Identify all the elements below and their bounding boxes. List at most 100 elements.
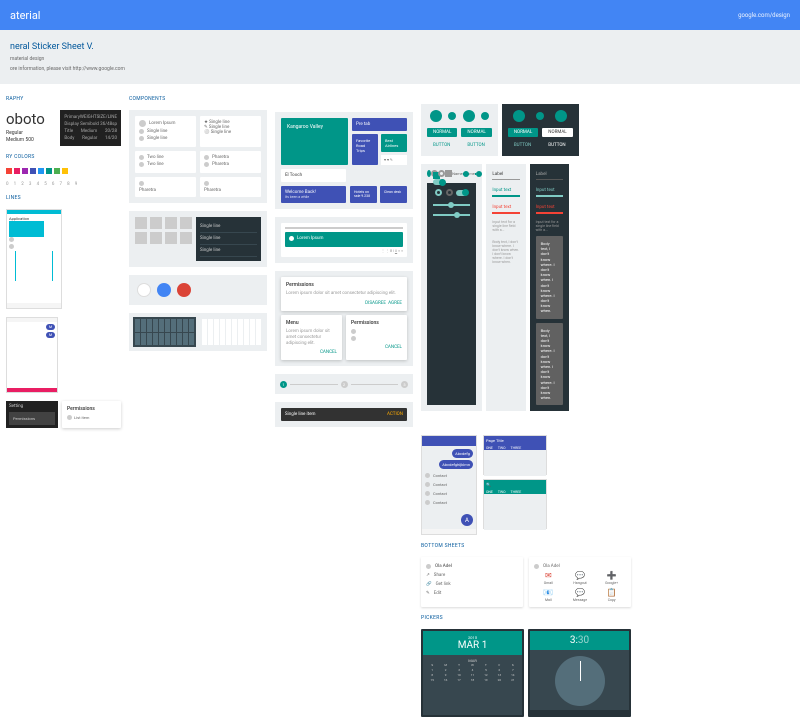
keyboard-light[interactable] [200,317,263,347]
fab-mini-2[interactable] [481,112,489,120]
snackbar: Single line item ACTION [281,408,407,421]
radio-off-d[interactable] [446,189,453,196]
phone-mock-sidenav: Application [6,209,62,309]
slider-d2[interactable] [433,214,470,216]
controls-section: Name Name Label Input text Input text In… [421,164,569,411]
chat-fab[interactable]: A [461,514,473,526]
inbox-icon[interactable] [157,283,171,297]
swatch-blue[interactable] [38,168,44,174]
switch-on[interactable] [433,179,445,185]
swatch-indigo[interactable] [30,168,36,174]
tf-error[interactable]: Input text [492,203,519,214]
phone-mock-list: M M [6,317,58,393]
notification[interactable]: Lorem Ipsum ⋮ ⋮ B I U ≡ ≡ [281,223,407,257]
list-card-5[interactable]: Pharetra [135,177,196,197]
date-picker[interactable]: 2015 MAR 1 MAR SMTWTFS 1234567 891011121… [421,629,524,717]
type-scale-table: PrimaryWEIGHTSIZE/LINE DisplaySemibold36… [60,110,121,146]
docs-icon[interactable] [177,283,191,297]
btn-flat-d[interactable]: BUTTON [508,141,538,150]
snackbars: Single line item ACTION [275,402,413,427]
btn-raised[interactable]: NORMAL [427,128,457,137]
header-link[interactable]: google.com/design [738,12,790,19]
card-eltooch[interactable]: El Tooch [281,169,346,182]
swatch-teal[interactable] [46,168,52,174]
chat-header [422,436,476,446]
swatch-red[interactable] [6,168,12,174]
grid-dark-list: Single line Single line Single line [196,217,261,261]
grid-tile[interactable] [135,217,147,229]
btn-flat-2[interactable]: BUTTON [461,141,491,150]
card-welcome[interactable]: Welcome Back! Its been a while [281,186,346,203]
fab-2[interactable] [463,110,475,122]
swatch-pink[interactable] [14,168,20,174]
btn-cancel[interactable]: CANCEL [320,350,337,355]
tile-road[interactable]: Favorite Road Trips [352,134,378,165]
fab-mini[interactable] [448,112,456,120]
radio-on-d[interactable] [435,189,442,196]
fab[interactable] [430,110,442,122]
controls-dark [427,183,476,405]
grid-tile[interactable] [150,217,162,229]
list-card-2[interactable]: ★ Single line ✎ Single line ⚪ Single lin… [200,116,261,147]
card-kangaroo[interactable]: Kangaroo Valley [281,118,348,165]
gmail-icon[interactable] [137,283,151,297]
slider-2[interactable] [475,173,476,175]
tf-1[interactable]: Label [492,170,519,180]
fab-dark[interactable] [513,110,525,122]
slider[interactable] [463,173,464,175]
swatch-purple[interactable] [22,168,28,174]
snack-action[interactable]: ACTION [387,412,403,417]
buttons-dark: NORMAL NORMAL BUTTON BUTTON [502,104,579,156]
grid-tile[interactable] [180,217,192,229]
fab-mini-dark[interactable] [536,112,544,120]
settings-row: Setting Permissions Permissions List ite… [6,401,121,428]
tile-sale[interactable]: Hotels on sale 9.238 [350,186,377,203]
tile-clean[interactable]: Clean desk [380,186,407,203]
swatch-green[interactable] [54,168,60,174]
step-3[interactable]: 3 [401,381,408,388]
fab-dark-2[interactable] [555,110,567,122]
tf-d-error[interactable]: Input text [536,203,563,214]
btn-raised-d[interactable]: NORMAL [508,128,538,137]
switch-d[interactable] [456,190,468,196]
buttons-section: NORMAL NORMAL BUTTON BUTTON NORMAL NORMA… [421,104,569,156]
clock-icon[interactable] [555,656,605,706]
tf-d1[interactable]: Label [536,170,563,180]
tf-active[interactable]: Input text [492,186,519,197]
btn-light[interactable]: NORMAL [542,128,572,137]
tile-icons[interactable]: ♥ ♥ ✎ [381,155,407,165]
grid-tile[interactable] [150,232,162,244]
step-1[interactable]: 1 [280,381,287,388]
swatch-amber[interactable] [62,168,68,174]
tf-d-active[interactable]: Input text [536,186,563,197]
tile-best[interactable]: Best Airlines [381,134,407,152]
list-card-3[interactable]: Two line Two line [135,151,196,173]
grid-tile[interactable] [180,232,192,244]
btn-flat-d2[interactable]: BUTTON [542,141,572,150]
btn-disagree[interactable]: DISAGREE [365,301,386,306]
checkbox-off[interactable] [445,170,452,177]
notif-header: Lorem Ipsum [285,232,403,247]
notification-card: Lorem Ipsum ⋮ ⋮ B I U ≡ ≡ [275,217,413,263]
grid-tile[interactable] [135,232,147,244]
radio-off[interactable] [431,170,438,177]
tile-pretab[interactable]: Pre tab [352,118,407,131]
btn-flat[interactable]: BUTTON [427,141,457,150]
subheader-desc: material design [10,56,790,62]
time-picker[interactable]: 3:30 [528,629,631,717]
radio-off-2[interactable] [438,170,445,177]
list-card-4[interactable]: Pharetra Pharetra [200,151,261,173]
list-card-1[interactable]: Lorem Ipsum Single line Single line [135,116,196,147]
list-card-6[interactable]: Pharetra [200,177,261,197]
grid-tile[interactable] [165,232,177,244]
chat-phone: Abcdefg Abcdefghijklmn Contact Contact C… [421,435,477,535]
step-2[interactable]: 2 [341,381,348,388]
btn-raised-2[interactable]: NORMAL [461,128,491,137]
keyboard-dark[interactable] [133,317,196,347]
grid-tile[interactable] [165,217,177,229]
buttons-light: NORMAL NORMAL BUTTON BUTTON [421,104,498,156]
chat-bubble-1: Abcdefg [452,449,473,458]
btn-agree[interactable]: AGREE [388,301,402,306]
slider-d[interactable] [433,204,470,206]
textfields-section: Label Input text Input text Input text f… [486,164,569,411]
